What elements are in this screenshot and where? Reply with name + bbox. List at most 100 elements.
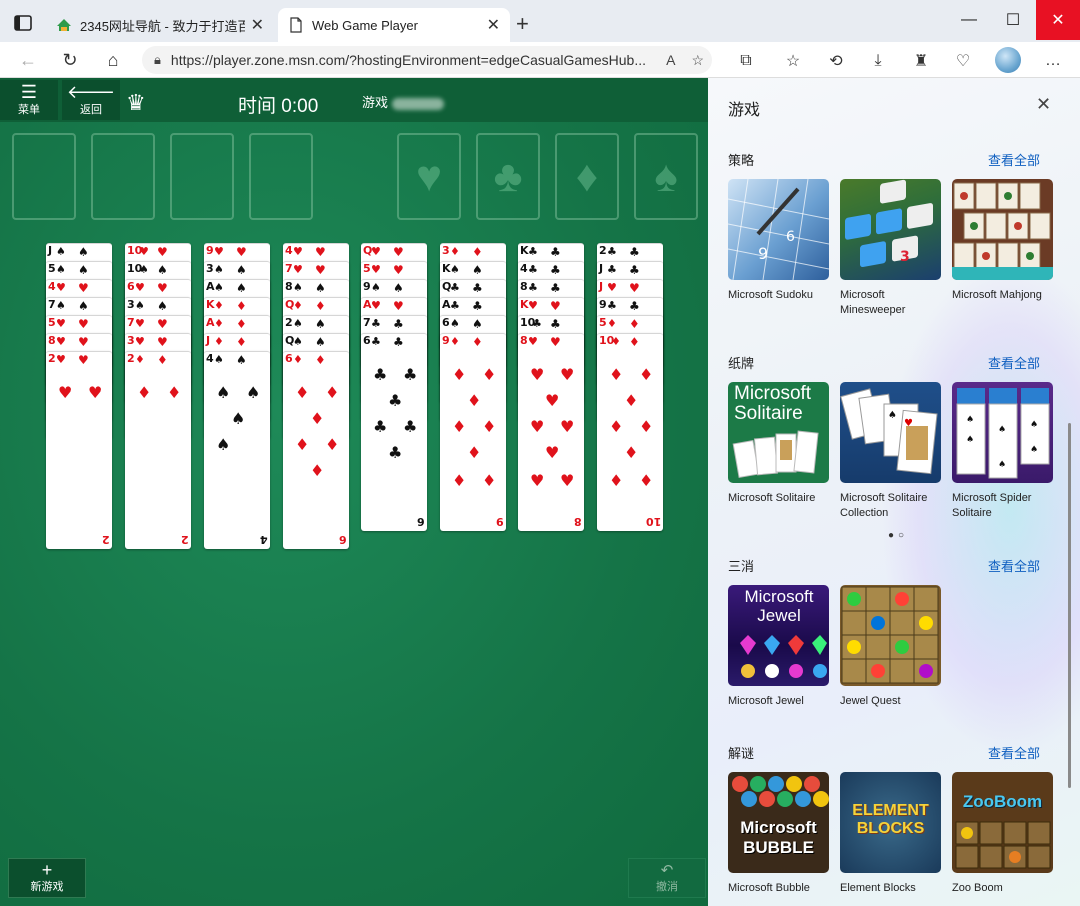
- card-rank: 9: [442, 334, 450, 347]
- tile-microsoft-minesweeper[interactable]: 3: [840, 179, 941, 280]
- back-label: 返回: [80, 104, 102, 116]
- card-pip-icon: ♦: [452, 417, 467, 436]
- tile-microsoft-bubble[interactable]: Microsoft BUBBLE: [728, 772, 829, 873]
- tab-close-icon[interactable]: ✕: [487, 15, 500, 35]
- tile-microsoft-solitaire-collection[interactable]: ♠ ♥: [840, 382, 941, 483]
- playing-card[interactable]: 6 ♣ ♣ ♣ ♣ ♣ ♣ ♣ ♣ 6: [361, 333, 427, 531]
- card-pip-icon: ♦: [295, 383, 310, 402]
- playing-card[interactable]: 2 ♥ ♥ ♥ ♥ 2: [46, 351, 112, 549]
- card-rank: 2: [48, 352, 56, 365]
- solitaire-collection-art: ♠ ♥: [840, 388, 938, 475]
- foundation-diamonds[interactable]: ♦: [555, 133, 619, 220]
- playing-card[interactable]: 9 ♦ ♦ ♦ ♦ ♦ ♦ ♦ ♦ ♦ ♦ 9: [440, 333, 506, 531]
- favorites-icon[interactable]: ☆: [782, 50, 804, 72]
- svg-text:♠: ♠: [966, 435, 974, 445]
- tile-jewel-quest[interactable]: [840, 585, 941, 686]
- card-pip-icon: ♠: [216, 383, 231, 402]
- tile-microsoft-solitaire[interactable]: Microsoft Solitaire: [728, 382, 829, 483]
- lock-icon[interactable]: 🔒︎: [154, 52, 161, 68]
- card-pip-icon: ♦: [310, 409, 325, 428]
- card-pip-icon: ♦: [325, 435, 340, 454]
- see-all-link[interactable]: 查看全部: [988, 556, 1040, 575]
- card-pip-icon: ♦: [609, 417, 624, 436]
- games-icon[interactable]: ♜: [910, 50, 932, 72]
- card-rank: 9: [363, 280, 371, 293]
- card-pip-icon: ♦: [472, 245, 483, 259]
- tile-microsoft-mahjong[interactable]: [952, 179, 1053, 280]
- svg-text:♠: ♠: [998, 460, 1006, 470]
- see-all-link[interactable]: 查看全部: [988, 743, 1040, 762]
- new-game-button[interactable]: + 新游戏: [8, 858, 86, 898]
- download-icon[interactable]: ⤓: [867, 50, 889, 72]
- back-button[interactable]: 🡐 返回: [62, 80, 120, 120]
- refresh-icon[interactable]: ↻: [58, 48, 82, 72]
- foundation-hearts[interactable]: ♥: [397, 133, 461, 220]
- free-cell[interactable]: [249, 133, 313, 220]
- card-pip-icon: ♦: [482, 365, 497, 384]
- card-pip-icon: ♦: [236, 299, 247, 313]
- card-pip-icon: ♣: [472, 299, 483, 313]
- close-icon[interactable]: ✕: [1036, 94, 1051, 115]
- browser-essentials-icon[interactable]: ♡: [952, 50, 974, 72]
- panel-scrollbar[interactable]: [1068, 423, 1071, 788]
- spade-icon: ♠: [654, 151, 678, 201]
- card-suit-icon: ♥: [528, 335, 538, 348]
- playing-card[interactable]: 10 ♦ ♦ ♦ ♦ ♦ ♦ ♦ ♦ ♦ ♦ 10: [597, 333, 663, 531]
- add-favorite-icon[interactable]: ☆: [691, 52, 704, 69]
- maximize-icon[interactable]: ☐: [990, 0, 1036, 40]
- foundation-spades[interactable]: ♠: [634, 133, 698, 220]
- url-field[interactable]: 🔒︎ https://player.zone.msn.com/?hostingE…: [142, 46, 712, 74]
- tab-title: 2345网址导航 - 致力于打造百年: [80, 18, 245, 34]
- tab-close-icon[interactable]: ✕: [251, 15, 264, 35]
- minimize-icon[interactable]: —: [946, 0, 992, 40]
- tile-microsoft-sudoku[interactable]: 9 6: [728, 179, 829, 280]
- read-aloud-icon[interactable]: A: [666, 52, 675, 68]
- more-menu-icon[interactable]: …: [1042, 50, 1064, 72]
- card-pip-icon: ♥: [545, 391, 560, 410]
- see-all-link[interactable]: 查看全部: [988, 353, 1040, 372]
- tile-microsoft-jewel[interactable]: Microsoft Jewel: [728, 585, 829, 686]
- profile-avatar[interactable]: [995, 47, 1021, 73]
- free-cell[interactable]: [91, 133, 155, 220]
- tile-microsoft-spider-solitaire[interactable]: ♠ ♠ ♠ ♠ ♠ ♠: [952, 382, 1053, 483]
- tab-web-game-player[interactable]: Web Game Player ✕: [278, 8, 510, 42]
- history-icon[interactable]: ⟲: [825, 50, 847, 72]
- playing-card[interactable]: 8 ♥ ♥ ♥ ♥ ♥ ♥ ♥ ♥ ♥ ♥ 8: [518, 333, 584, 531]
- section-title-strategy: 策略: [728, 153, 755, 168]
- see-all-link[interactable]: 查看全部: [988, 150, 1040, 169]
- card-suit-icon: ♥: [139, 245, 149, 258]
- card-pip-icon: ♥: [236, 245, 247, 259]
- plus-icon: +: [41, 860, 53, 880]
- card-rank: 6: [127, 280, 135, 293]
- free-cell[interactable]: [12, 133, 76, 220]
- playing-card[interactable]: 6 ♦ ♦ ♦ ♦ ♦ ♦ ♦ ♦ 6: [283, 351, 349, 549]
- new-game-label: 新游戏: [30, 881, 64, 893]
- spider-solitaire-art: ♠ ♠ ♠ ♠ ♠ ♠: [956, 388, 1050, 479]
- playing-card[interactable]: 2 ♦ ♦ ♦ ♦ 2: [125, 351, 191, 549]
- new-tab-icon[interactable]: +: [516, 11, 529, 37]
- foundation-clubs[interactable]: ♣: [476, 133, 540, 220]
- tile-zoo-boom[interactable]: ZooBoom: [952, 772, 1053, 873]
- menu-button[interactable]: ☰ 菜单: [0, 80, 58, 120]
- tile-element-blocks[interactable]: ELEMENT BLOCKS: [840, 772, 941, 873]
- free-cell[interactable]: [170, 133, 234, 220]
- card-pip-icon: ♥: [530, 471, 545, 490]
- crown-icon[interactable]: ♛: [126, 90, 146, 116]
- extensions-icon[interactable]: ⧉: [735, 50, 757, 72]
- window-close-icon[interactable]: ✕: [1036, 0, 1080, 40]
- tab-actions-icon[interactable]: [12, 12, 34, 34]
- undo-button[interactable]: ↶ 撤消: [628, 858, 706, 898]
- playing-card[interactable]: 4 ♠ ♠ ♠ ♠ ♠ ♠ 4: [204, 351, 270, 549]
- tile-logo-text: ELEMENT BLOCKS: [852, 802, 929, 837]
- card-pip-icon: ♠: [231, 409, 246, 428]
- carousel-dots[interactable]: ●○: [888, 530, 908, 541]
- back-arrow-icon[interactable]: ←: [16, 48, 40, 72]
- home-icon[interactable]: ⌂: [101, 48, 125, 72]
- tab-2345[interactable]: 2345网址导航 - 致力于打造百年 ✕: [46, 8, 274, 42]
- card-rank: 5: [48, 262, 56, 275]
- card-suit-icon: ♦: [450, 245, 460, 258]
- card-pip-icon: ♠: [157, 263, 168, 277]
- menu-label: 菜单: [18, 104, 40, 116]
- card-suit-icon: ♠: [214, 281, 224, 294]
- card-suit-icon: ♠: [56, 263, 66, 276]
